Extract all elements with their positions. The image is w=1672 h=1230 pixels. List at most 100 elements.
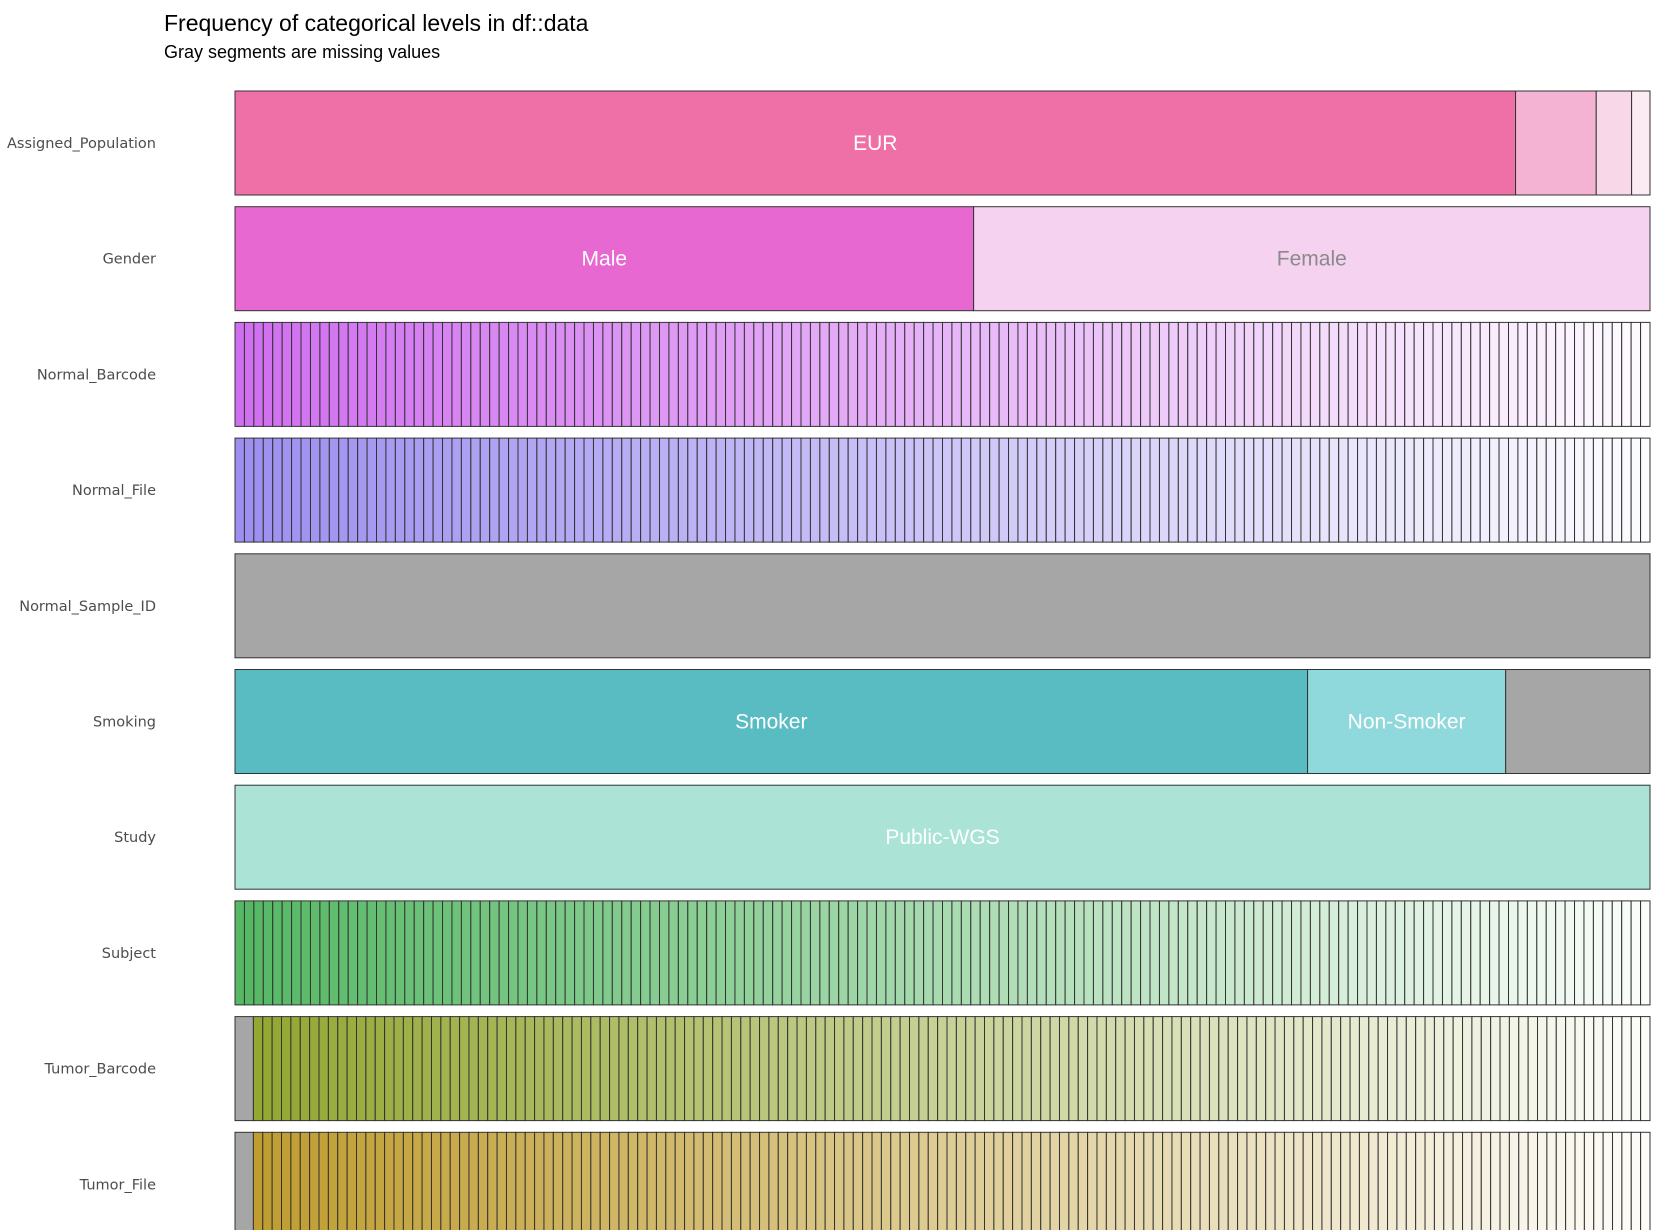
bar-segment	[640, 437, 651, 543]
bar-segment	[734, 321, 745, 427]
bar-segment	[1021, 1016, 1032, 1122]
bar-segment	[1158, 900, 1170, 1006]
bar-segment	[365, 1016, 376, 1122]
bar-segment	[1387, 1131, 1398, 1230]
bar-segment	[496, 1131, 507, 1230]
bar-segment	[338, 437, 349, 543]
bar-segment	[1274, 1016, 1285, 1122]
bar-segment	[1083, 437, 1094, 543]
missing-segment	[234, 1131, 254, 1230]
bar-segment	[508, 437, 519, 543]
bar-segment	[1177, 437, 1189, 543]
bar-segment	[721, 1131, 732, 1230]
bar-segment	[1415, 1131, 1426, 1230]
bar-segment	[712, 1016, 723, 1122]
bar-segment	[1168, 321, 1179, 427]
bar-segment	[309, 437, 321, 543]
bar-segment	[1385, 900, 1396, 1006]
bar-segment	[328, 900, 340, 1006]
bar-segment	[1206, 437, 1217, 543]
bar-segment	[1433, 1016, 1445, 1122]
bar-segment	[580, 1131, 592, 1230]
bar-segment	[526, 900, 538, 1006]
bar-segment	[385, 321, 396, 427]
row-label: Assigned_Population	[7, 136, 156, 152]
bar-segment	[498, 437, 510, 543]
bar-segment	[1312, 1131, 1323, 1230]
bar-segment	[1537, 1131, 1548, 1230]
bar-segment	[449, 1016, 461, 1122]
bar-segment	[272, 437, 283, 543]
bar-segment	[1177, 321, 1189, 427]
bar-segment	[706, 321, 717, 427]
bar-segment	[998, 321, 1010, 427]
bar-segment	[1385, 437, 1396, 543]
bar-segment	[1471, 1016, 1482, 1122]
bar-segment	[1358, 1016, 1370, 1122]
bar-segment	[791, 437, 802, 543]
bar-segment	[1115, 1016, 1126, 1122]
bar-segment	[1432, 900, 1443, 1006]
bar-segment	[479, 900, 491, 1006]
bar-segment	[1526, 321, 1538, 427]
bar-segment	[449, 1131, 461, 1230]
bar-segment	[932, 900, 944, 1006]
bar-segment	[677, 437, 689, 543]
bar-segment	[913, 321, 925, 427]
bar-segment	[393, 1131, 404, 1230]
bar-segment	[545, 900, 557, 1006]
bar-segment	[1162, 1131, 1173, 1230]
bar-segment	[1583, 900, 1594, 1006]
bar-segment	[1237, 1016, 1248, 1122]
bar-segment	[998, 900, 1010, 1006]
bar-segment	[468, 1016, 479, 1122]
bar-segment	[1058, 1131, 1070, 1230]
bar-segment	[602, 437, 613, 543]
bar-segment	[984, 1016, 995, 1122]
bar-segment	[970, 900, 981, 1006]
bar-segment	[843, 1016, 854, 1122]
bar-segment	[1489, 900, 1500, 1006]
bar-segment	[796, 1131, 807, 1230]
bar-segment	[1424, 1016, 1435, 1122]
bar-segment	[809, 900, 821, 1006]
bar-segment	[1026, 321, 1038, 427]
bar-segment	[1489, 437, 1500, 543]
bar-segment	[592, 900, 604, 1006]
bar-segment	[1545, 900, 1557, 1006]
bar-segment	[505, 1131, 517, 1230]
bar-segment	[402, 1016, 414, 1122]
bar-segment	[590, 1016, 601, 1122]
bar-segment	[602, 900, 613, 1006]
bar-segment	[1498, 437, 1509, 543]
bar-segment	[1460, 321, 1472, 427]
bar-segment	[693, 1016, 704, 1122]
bar-segment	[715, 437, 727, 543]
bar-segment	[857, 437, 868, 543]
bar-segment	[1328, 437, 1340, 543]
bar-segment	[571, 1016, 582, 1122]
bar-segment	[1602, 321, 1613, 427]
bar-segment	[1008, 437, 1019, 543]
bar-segment	[1281, 321, 1293, 427]
bar-segment	[1423, 437, 1434, 543]
bar-segment	[862, 1016, 873, 1122]
bar-segment	[1262, 321, 1274, 427]
bar-segment	[759, 1131, 770, 1230]
bar-segment	[1377, 1131, 1389, 1230]
bar-segment	[1218, 1016, 1229, 1122]
bar-segment	[753, 321, 764, 427]
bar-segment	[1357, 437, 1368, 543]
bar-segment	[1385, 321, 1396, 427]
bar-segment	[899, 1131, 911, 1230]
bar-segment	[1424, 1131, 1435, 1230]
bar-segment	[1300, 321, 1311, 427]
bar-segment	[442, 437, 453, 543]
bar-segment	[1583, 1131, 1595, 1230]
bar-segment	[552, 1016, 564, 1122]
bar-segment	[432, 321, 444, 427]
row-label: Normal_Sample_ID	[19, 599, 156, 615]
bar-segment	[515, 1016, 526, 1122]
bar-segment	[1640, 900, 1651, 1006]
bar-segment	[696, 437, 708, 543]
